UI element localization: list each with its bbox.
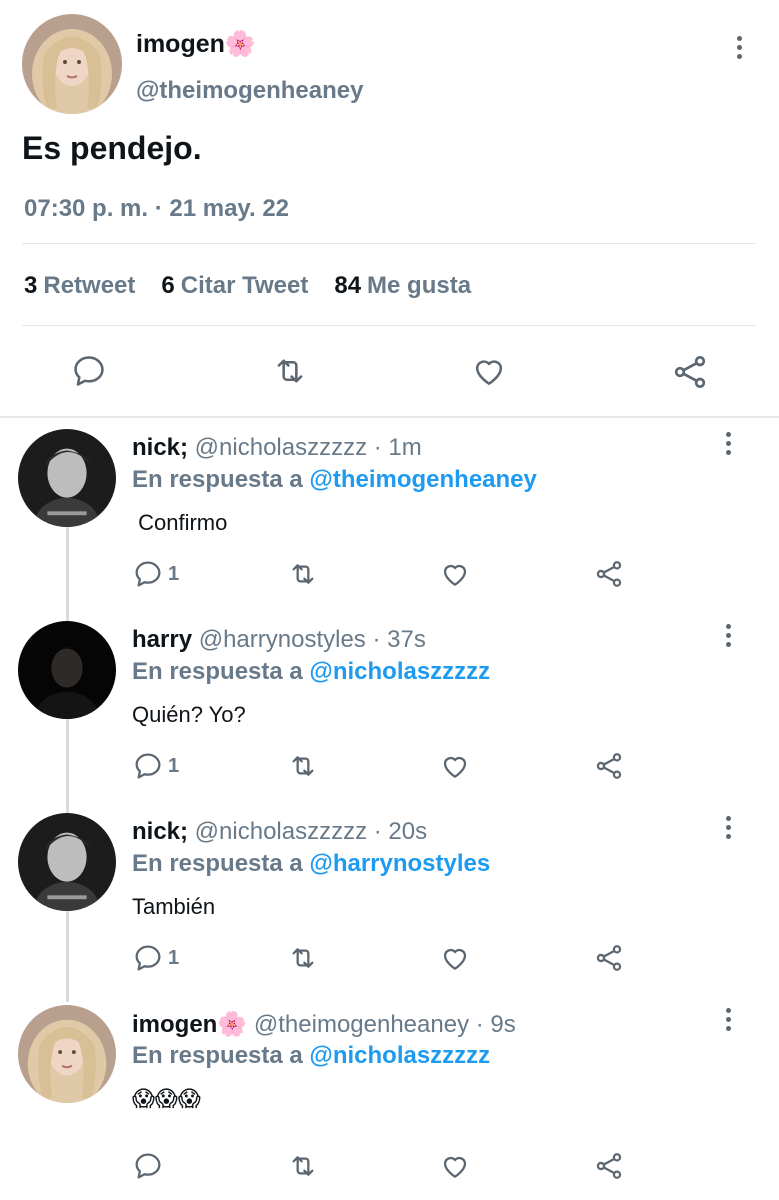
retweet-icon[interactable]: [286, 750, 320, 782]
divider: [22, 325, 756, 326]
author-name[interactable]: imogen🌸: [136, 30, 256, 59]
mention-link[interactable]: @theimogenheaney: [309, 466, 536, 493]
more-icon[interactable]: [735, 36, 743, 59]
author-name[interactable]: harry: [132, 626, 192, 653]
avatar[interactable]: [18, 429, 116, 527]
replying-to: En respuesta a @theimogenheaney: [132, 466, 537, 493]
reply-icon[interactable]: 1: [132, 750, 179, 782]
avatar[interactable]: [18, 813, 116, 911]
reply-header: nick; @nicholaszzzzz · 1m: [132, 434, 422, 462]
author-meta: @theimogenheaney · 9s: [247, 1011, 516, 1038]
retweet-icon[interactable]: [286, 1150, 320, 1182]
stat-retweets[interactable]: 3 Retweet: [24, 272, 135, 300]
share-icon[interactable]: [593, 750, 625, 782]
share-icon[interactable]: [593, 558, 625, 590]
author-meta: @nicholaszzzzz · 20s: [188, 818, 428, 845]
avatar[interactable]: [22, 14, 122, 114]
reply-tweet[interactable]: nick; @nicholaszzzzz · 1m En respuesta a…: [0, 418, 779, 610]
replying-to: En respuesta a @nicholaszzzzz: [132, 1042, 491, 1069]
reply-header: nick; @nicholaszzzzz · 20s: [132, 818, 427, 846]
reply-icon[interactable]: 1: [132, 942, 179, 974]
reply-actions: 1: [0, 942, 779, 978]
more-icon[interactable]: [724, 816, 732, 839]
like-icon[interactable]: [439, 942, 471, 974]
author-handle[interactable]: @theimogenheaney: [136, 77, 363, 105]
tweet-actions: [0, 352, 779, 392]
reply-count: 1: [168, 946, 180, 969]
reply-actions: 1: [0, 750, 779, 786]
reply-actions: 1: [0, 558, 779, 594]
author-name[interactable]: nick;: [132, 434, 188, 461]
tweet-stats: 3 Retweet 6 Citar Tweet 84 Me gusta: [24, 272, 471, 300]
reply-tweet[interactable]: nick; @nicholaszzzzz · 20s En respuesta …: [0, 802, 779, 994]
reply-icon[interactable]: [132, 1150, 168, 1182]
reply-header: imogen🌸 @theimogenheaney · 9s: [132, 1010, 516, 1039]
reply-text: También: [132, 894, 216, 919]
mention-link[interactable]: @nicholaszzzzz: [309, 658, 490, 685]
more-icon[interactable]: [724, 1008, 732, 1031]
reply-text: Confirmo: [132, 510, 228, 535]
mention-link[interactable]: @harrynostyles: [309, 850, 490, 877]
author-meta: @harrynostyles · 37s: [192, 626, 426, 653]
author-name[interactable]: imogen🌸: [132, 1011, 247, 1038]
retweet-icon[interactable]: [286, 558, 320, 590]
reply-text: Quién? Yo?: [132, 702, 246, 727]
retweet-icon[interactable]: [286, 942, 320, 974]
stat-quotes[interactable]: 6 Citar Tweet: [161, 272, 308, 300]
mention-link[interactable]: @nicholaszzzzz: [309, 1042, 490, 1069]
main-tweet: imogen🌸 @theimogenheaney Es pendejo. 07:…: [0, 0, 779, 418]
author-name[interactable]: nick;: [132, 818, 188, 845]
retweet-icon[interactable]: [270, 352, 310, 390]
tweet-timestamp[interactable]: 07:30 p. m. · 21 may. 22: [24, 195, 289, 223]
like-icon[interactable]: [439, 558, 471, 590]
reply-actions: [0, 1150, 779, 1186]
more-icon[interactable]: [724, 432, 732, 455]
reply-icon[interactable]: 1: [132, 558, 179, 590]
replying-to: En respuesta a @harrynostyles: [132, 850, 491, 877]
reply-header: harry @harrynostyles · 37s: [132, 626, 426, 654]
reply-count: 1: [168, 562, 180, 585]
reply-tweet[interactable]: harry @harrynostyles · 37s En respuesta …: [0, 610, 779, 802]
share-icon[interactable]: [593, 942, 625, 974]
like-icon[interactable]: [439, 750, 471, 782]
stat-likes[interactable]: 84 Me gusta: [334, 272, 471, 300]
like-icon[interactable]: [439, 1150, 471, 1182]
avatar[interactable]: [18, 1005, 116, 1103]
reply-text: 😱😱😱: [132, 1086, 201, 1111]
reply-tweet[interactable]: imogen🌸 @theimogenheaney · 9s En respues…: [0, 994, 779, 1200]
avatar[interactable]: [18, 621, 116, 719]
share-icon[interactable]: [593, 1150, 625, 1182]
reply-icon[interactable]: [70, 352, 108, 390]
replying-to: En respuesta a @nicholaszzzzz: [132, 658, 491, 685]
divider: [22, 243, 756, 244]
more-icon[interactable]: [724, 624, 732, 647]
reply-count: 1: [168, 754, 180, 777]
like-icon[interactable]: [470, 352, 508, 390]
tweet-text: Es pendejo.: [22, 130, 202, 166]
author-meta: @nicholaszzzzz · 1m: [188, 434, 422, 461]
share-icon[interactable]: [670, 352, 710, 392]
